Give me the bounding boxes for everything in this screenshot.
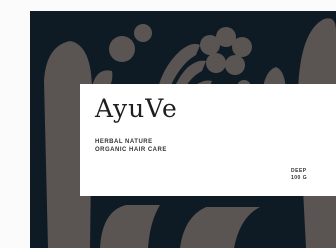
size-label: 100 G bbox=[291, 175, 308, 181]
tagline-line1: HERBAL NATURE bbox=[95, 139, 153, 145]
tagline-line2: ORGANIC HAIR CARE bbox=[95, 147, 167, 153]
brand-name: AyuVe bbox=[95, 94, 178, 123]
variant-label: DEEP bbox=[291, 168, 307, 174]
product-photo: AyuVe HERBAL NATURE ORGANIC HAIR CARE DE… bbox=[0, 0, 336, 248]
